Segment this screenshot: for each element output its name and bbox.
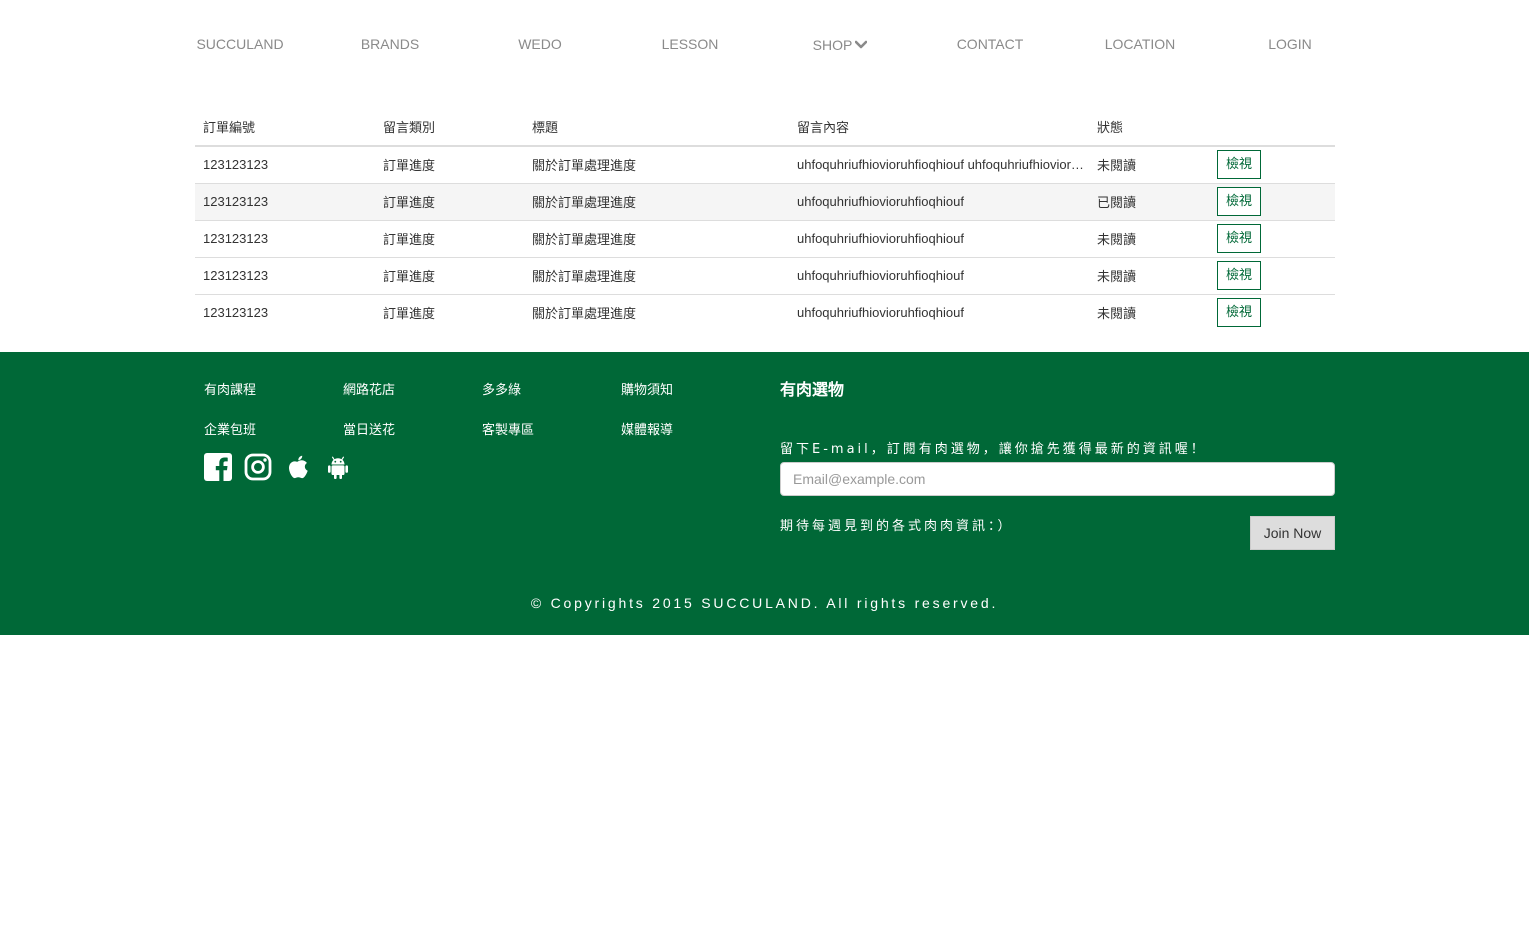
order-number-cell: 123123123 bbox=[195, 145, 375, 183]
messages-table: 訂單編號 留言類別 標題 留言內容 狀態 123123123 訂單進度 關於訂單… bbox=[195, 108, 1335, 331]
table-row: 123123123 訂單進度 關於訂單處理進度 uhfoquhriufhiovi… bbox=[195, 219, 1335, 257]
order-number-cell: 123123123 bbox=[195, 219, 375, 257]
nav-item-succuland[interactable]: SUCCULAND bbox=[165, 36, 315, 53]
newsletter-title: 有肉選物 bbox=[780, 380, 845, 399]
title-cell: 關於訂單處理進度 bbox=[524, 256, 789, 294]
header-action bbox=[1209, 108, 1335, 147]
footer-links: 有肉課程 網路花店 多多綠 購物須知 企業包班 當日送花 客製專區 媒體報導 bbox=[204, 382, 764, 440]
view-button[interactable]: 檢視 bbox=[1217, 224, 1261, 253]
status-cell: 未閱讀 bbox=[1089, 293, 1209, 331]
footer-link-online-shop[interactable]: 網路花店 bbox=[343, 382, 482, 400]
content-cell: uhfoquhriufhiovioruhfioqhiouf bbox=[789, 293, 1089, 331]
action-cell: 檢視 bbox=[1209, 145, 1335, 183]
content-cell: uhfoquhriufhiovioruhfioqhiouf bbox=[789, 182, 1089, 220]
footer-link-custom-orders[interactable]: 客製專區 bbox=[482, 422, 621, 440]
table-row: 123123123 訂單進度 關於訂單處理進度 uhfoquhriufhiovi… bbox=[195, 145, 1335, 183]
instagram-icon[interactable] bbox=[244, 453, 272, 481]
content-cell: uhfoquhriufhiovioruhfioqhiouf bbox=[789, 219, 1089, 257]
status-cell: 未閱讀 bbox=[1089, 145, 1209, 183]
status-cell: 已閱讀 bbox=[1089, 182, 1209, 220]
footer: 有肉課程 網路花店 多多綠 購物須知 企業包班 當日送花 客製專區 媒體報導 有… bbox=[0, 352, 1529, 635]
title-cell: 關於訂單處理進度 bbox=[524, 145, 789, 183]
footer-link-corporate-class[interactable]: 企業包班 bbox=[204, 422, 343, 440]
content-cell: uhfoquhriufhiovioruhfioqhiouf bbox=[789, 256, 1089, 294]
email-input[interactable] bbox=[780, 462, 1335, 496]
table-row: 123123123 訂單進度 關於訂單處理進度 uhfoquhriufhiovi… bbox=[195, 182, 1335, 220]
title-cell: 關於訂單處理進度 bbox=[524, 182, 789, 220]
category-cell: 訂單進度 bbox=[375, 182, 524, 220]
table-header-row: 訂單編號 留言類別 標題 留言內容 狀態 bbox=[195, 108, 1335, 147]
newsletter-note: 期待每週見到的各式肉肉資訊：） bbox=[780, 519, 1014, 534]
nav-item-contact[interactable]: CONTACT bbox=[915, 36, 1065, 53]
category-cell: 訂單進度 bbox=[375, 293, 524, 331]
footer-link-media[interactable]: 媒體報導 bbox=[621, 422, 760, 440]
nav-item-location[interactable]: LOCATION bbox=[1065, 36, 1215, 53]
order-number-cell: 123123123 bbox=[195, 182, 375, 220]
footer-link-shopping-guide[interactable]: 購物須知 bbox=[621, 382, 760, 400]
header-title: 標題 bbox=[524, 108, 789, 147]
title-cell: 關於訂單處理進度 bbox=[524, 293, 789, 331]
messages-table-container: 訂單編號 留言類別 標題 留言內容 狀態 123123123 訂單進度 關於訂單… bbox=[195, 108, 1335, 331]
category-cell: 訂單進度 bbox=[375, 256, 524, 294]
newsletter-subscribe: 有肉選物 留下E-mail，訂閱有肉選物，讓你搶先獲得最新的資訊喔！ 期待每週見… bbox=[780, 380, 1335, 550]
action-cell: 檢視 bbox=[1209, 293, 1335, 331]
social-icons bbox=[204, 453, 352, 481]
action-cell: 檢視 bbox=[1209, 219, 1335, 257]
table-row: 123123123 訂單進度 關於訂單處理進度 uhfoquhriufhiovi… bbox=[195, 293, 1335, 331]
facebook-icon[interactable] bbox=[204, 453, 232, 481]
action-cell: 檢視 bbox=[1209, 182, 1335, 220]
view-button[interactable]: 檢視 bbox=[1217, 150, 1261, 180]
join-now-button[interactable]: Join Now bbox=[1250, 516, 1335, 550]
table-row: 123123123 訂單進度 關於訂單處理進度 uhfoquhriufhiovi… bbox=[195, 256, 1335, 294]
nav-item-shop-label: SHOP bbox=[812, 37, 853, 53]
android-icon[interactable] bbox=[324, 453, 352, 481]
nav-item-wedo[interactable]: WEDO bbox=[465, 36, 615, 53]
nav-item-login[interactable]: LOGIN bbox=[1215, 36, 1365, 53]
view-button[interactable]: 檢視 bbox=[1217, 298, 1261, 328]
header-content: 留言內容 bbox=[789, 108, 1089, 147]
status-cell: 未閱讀 bbox=[1089, 256, 1209, 294]
newsletter-description: 留下E-mail，訂閱有肉選物，讓你搶先獲得最新的資訊喔！ bbox=[780, 442, 1207, 457]
view-button[interactable]: 檢視 bbox=[1217, 261, 1261, 290]
footer-link-duoduolu[interactable]: 多多綠 bbox=[482, 382, 621, 400]
order-number-cell: 123123123 bbox=[195, 256, 375, 294]
status-cell: 未閱讀 bbox=[1089, 219, 1209, 257]
action-cell: 檢視 bbox=[1209, 256, 1335, 294]
nav-item-brands[interactable]: BRANDS bbox=[315, 36, 465, 53]
header-category: 留言類別 bbox=[375, 108, 524, 147]
nav-list: SUCCULAND BRANDS WEDO LESSON SHOP CONTAC… bbox=[165, 36, 1365, 53]
view-button[interactable]: 檢視 bbox=[1217, 187, 1261, 216]
chevron-down-icon bbox=[855, 36, 868, 52]
footer-link-courses[interactable]: 有肉課程 bbox=[204, 382, 343, 400]
top-navigation: SUCCULAND BRANDS WEDO LESSON SHOP CONTAC… bbox=[0, 0, 1529, 88]
apple-icon[interactable] bbox=[284, 453, 312, 481]
content-cell: uhfoquhriufhiovioruhfioqhiouf uhfoquhriu… bbox=[789, 145, 1089, 183]
category-cell: 訂單進度 bbox=[375, 219, 524, 257]
header-order-number: 訂單編號 bbox=[195, 108, 375, 147]
header-status: 狀態 bbox=[1089, 108, 1209, 147]
footer-link-same-day-delivery[interactable]: 當日送花 bbox=[343, 422, 482, 440]
category-cell: 訂單進度 bbox=[375, 145, 524, 183]
order-number-cell: 123123123 bbox=[195, 293, 375, 331]
nav-item-shop[interactable]: SHOP bbox=[765, 36, 915, 53]
nav-item-lesson[interactable]: LESSON bbox=[615, 36, 765, 53]
title-cell: 關於訂單處理進度 bbox=[524, 219, 789, 257]
copyright-text: © Copyrights 2015 SUCCULAND. All rights … bbox=[530, 595, 999, 611]
